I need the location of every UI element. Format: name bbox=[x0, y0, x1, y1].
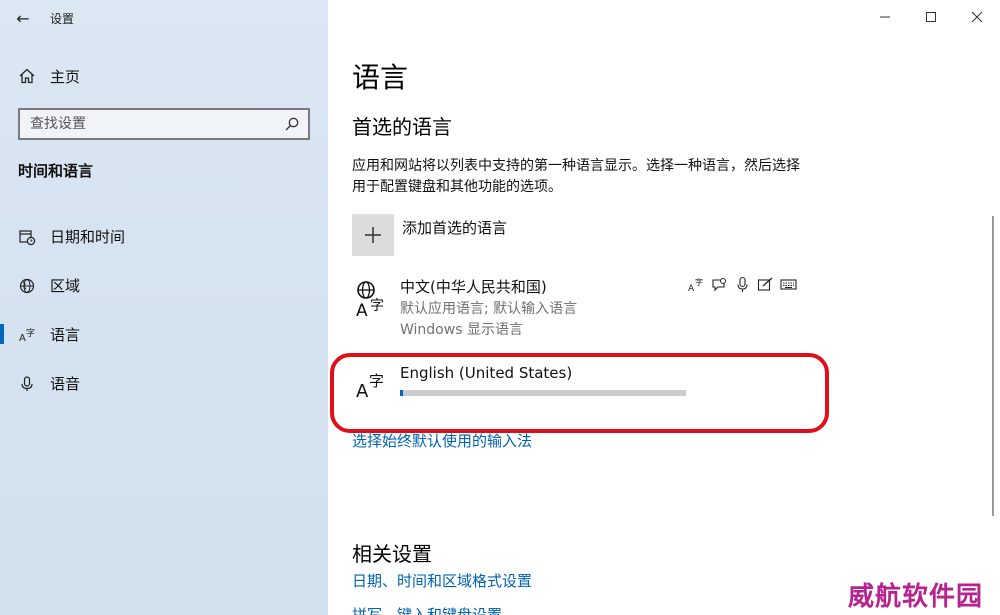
sidebar-item-label: 语音 bbox=[50, 375, 81, 393]
svg-text:A: A bbox=[356, 301, 368, 318]
speech-bubble-icon bbox=[712, 278, 726, 292]
language-name: 中文(中华人民共和国) bbox=[400, 278, 547, 296]
title-bar: ← 设置 bbox=[0, 0, 328, 36]
svg-text:字: 字 bbox=[370, 298, 384, 314]
sidebar-item-speech[interactable]: 语音 bbox=[0, 359, 328, 408]
sidebar-item-language[interactable]: A 字 语言 bbox=[0, 310, 328, 359]
download-progress-bar bbox=[400, 390, 686, 396]
language-name: English (United States) bbox=[400, 364, 573, 382]
display-language-icon: A 字 bbox=[356, 281, 384, 318]
preferred-languages-description: 应用和网站将以列表中支持的第一种语言显示。选择一种语言，然后选择用于配置键盘和其… bbox=[352, 158, 800, 195]
date-time-region-format-link[interactable]: 日期、时间和区域格式设置 bbox=[352, 570, 532, 591]
language-item-english[interactable]: A 字 English (United States) bbox=[352, 364, 812, 408]
svg-text:字: 字 bbox=[369, 372, 384, 390]
input-method-link[interactable]: 选择始终默认使用的输入法 bbox=[352, 430, 532, 451]
sidebar-nav: 日期和时间 区域 A 字 语言 语音 bbox=[0, 212, 328, 408]
sidebar-item-region[interactable]: 区域 bbox=[0, 261, 328, 310]
svg-text:字: 字 bbox=[26, 327, 35, 339]
sidebar-section-title: 时间和语言 bbox=[18, 162, 94, 180]
calendar-clock-icon bbox=[19, 229, 36, 245]
search-box[interactable] bbox=[18, 108, 310, 140]
watermark-text: 威航软件园 bbox=[848, 582, 984, 612]
related-settings-title: 相关设置 bbox=[352, 542, 432, 566]
home-label: 主页 bbox=[50, 67, 81, 86]
partially-visible-link[interactable]: 拼写、键入和键盘设置 bbox=[352, 604, 502, 615]
language-capabilities: A 字 bbox=[688, 276, 797, 293]
sidebar-item-label: 日期和时间 bbox=[50, 228, 126, 246]
language-status-line-1: 默认应用语言; 默认输入语言 bbox=[400, 301, 578, 317]
add-language-label: 添加首选的语言 bbox=[402, 219, 508, 237]
back-button[interactable]: ← bbox=[0, 0, 46, 36]
microphone-icon bbox=[21, 375, 33, 391]
sidebar-item-label: 语言 bbox=[50, 326, 81, 344]
page-title: 语言 bbox=[352, 61, 409, 94]
keyboard-icon bbox=[780, 279, 797, 290]
add-language-button[interactable]: 添加首选的语言 bbox=[352, 214, 507, 256]
svg-text:A: A bbox=[19, 333, 26, 344]
download-progress-fill bbox=[400, 390, 403, 396]
home-icon bbox=[19, 68, 35, 84]
microphone-icon bbox=[737, 276, 748, 292]
language-status-line-2: Windows 显示语言 bbox=[400, 322, 523, 338]
svg-text:A: A bbox=[688, 284, 695, 293]
svg-text:字: 字 bbox=[695, 277, 703, 287]
language-icon: A 字 bbox=[356, 372, 384, 402]
preferred-languages-title: 首选的语言 bbox=[352, 115, 452, 139]
language-icon: A 字 bbox=[19, 327, 35, 344]
sidebar-item-date-time[interactable]: 日期和时间 bbox=[0, 212, 328, 261]
language-item-chinese[interactable]: A 字 中文(中华人民共和国) 默认应用语言; 默认输入语言 Windows 显… bbox=[352, 276, 812, 342]
back-arrow-icon: ← bbox=[16, 8, 30, 28]
scrollbar[interactable] bbox=[992, 216, 994, 516]
app-title: 设置 bbox=[50, 11, 75, 26]
home-nav-item[interactable]: 主页 bbox=[18, 62, 80, 90]
main-content: 语言 首选的语言 应用和网站将以列表中支持的第一种语言显示。选择一种语言，然后选… bbox=[352, 0, 992, 615]
svg-text:A: A bbox=[356, 381, 369, 402]
globe-region-icon bbox=[19, 278, 35, 293]
sidebar: ← 设置 主页 时间和语言 日期和时间 bbox=[0, 0, 328, 615]
handwriting-icon bbox=[757, 277, 773, 291]
sidebar-item-label: 区域 bbox=[50, 277, 81, 295]
search-icon[interactable] bbox=[284, 116, 300, 132]
search-input[interactable] bbox=[30, 116, 284, 132]
language-pack-icon: A 字 bbox=[688, 277, 703, 293]
plus-icon bbox=[352, 214, 394, 256]
